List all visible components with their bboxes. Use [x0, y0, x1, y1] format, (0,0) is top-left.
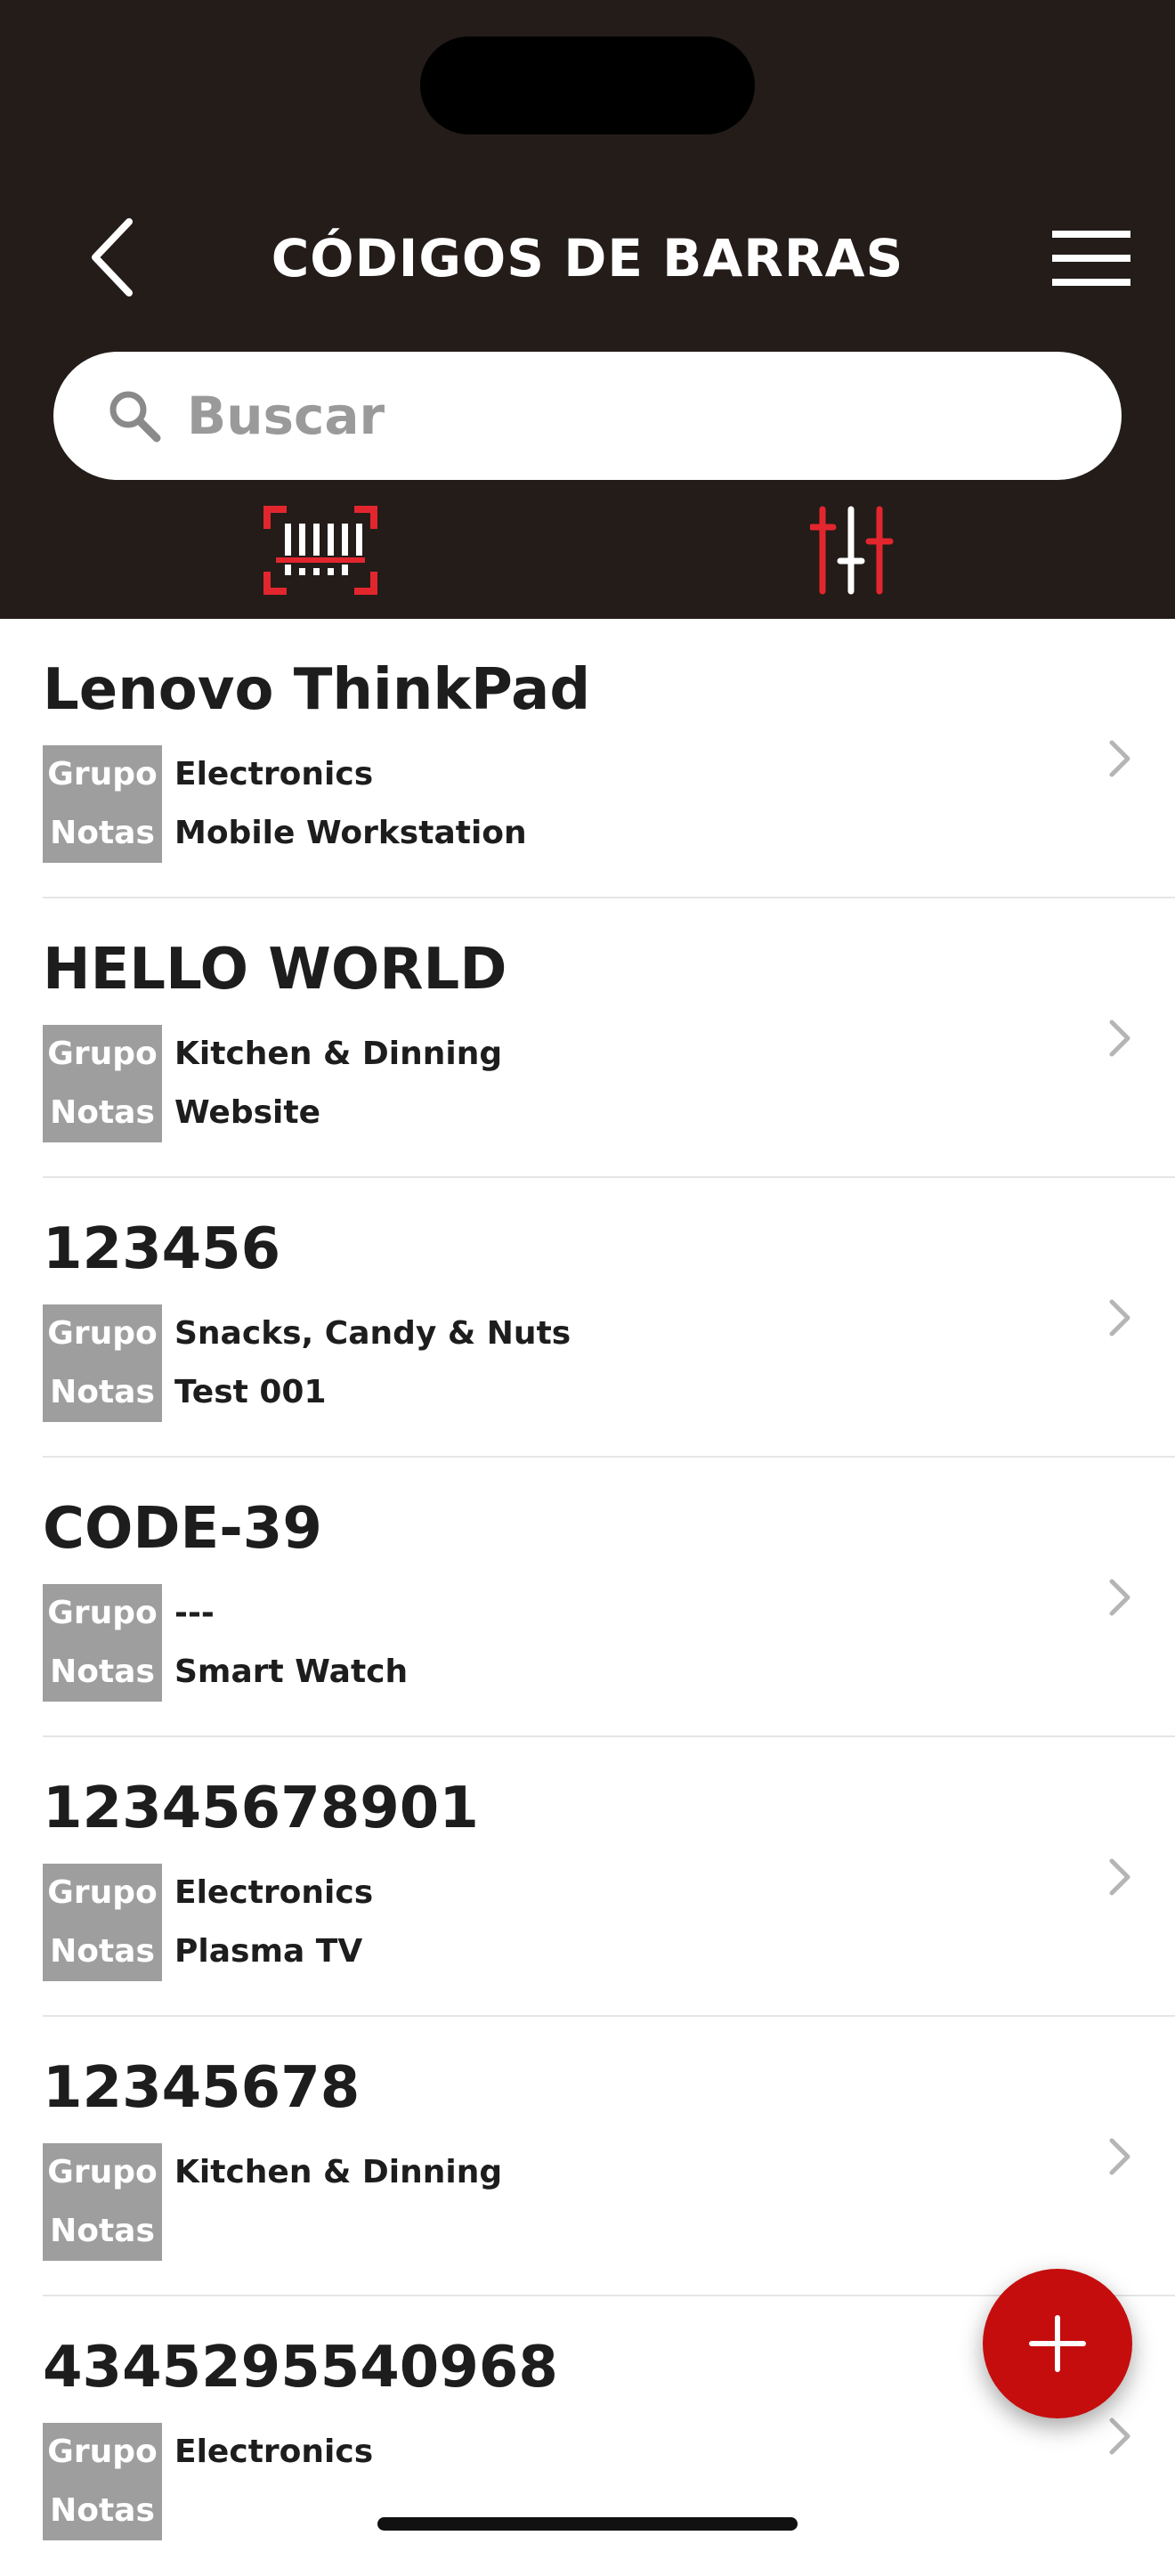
notes-label: Notas: [43, 1363, 162, 1422]
chevron-right-icon: [1093, 1287, 1147, 1349]
notes-label: Notas: [43, 1922, 162, 1981]
notes-value: Mobile Workstation: [174, 815, 527, 851]
item-title: 4345295540968: [43, 2335, 558, 2401]
group-value: ---: [174, 1595, 215, 1631]
home-indicator: [377, 2517, 798, 2531]
back-button[interactable]: [73, 208, 153, 306]
item-title: 12345678901: [43, 1776, 479, 1841]
notes-label: Notas: [43, 804, 162, 863]
group-label: Grupo: [43, 1864, 162, 1922]
list-item[interactable]: CODE-39 Grupo --- Notas Smart Watch: [43, 1458, 1175, 1737]
chevron-left-icon: [92, 218, 133, 297]
group-label: Grupo: [43, 745, 162, 804]
chevron-right-icon: [1093, 727, 1147, 790]
notes-label: Notas: [43, 1084, 162, 1142]
item-title: 123456: [43, 1216, 281, 1282]
group-label: Grupo: [43, 1025, 162, 1084]
chevron-right-icon: [1093, 2125, 1147, 2188]
group-value: Kitchen & Dinning: [174, 2154, 503, 2190]
notes-value: Smart Watch: [174, 1654, 409, 1690]
group-value: Snacks, Candy & Nuts: [174, 1315, 571, 1352]
group-value: Electronics: [174, 756, 374, 792]
chevron-right-icon: [1093, 1846, 1147, 1908]
notes-value: Plasma TV: [174, 1933, 363, 1970]
list-item[interactable]: 12345678 Grupo Kitchen & Dinning Notas: [43, 2017, 1175, 2296]
list-item[interactable]: 123456 Grupo Snacks, Candy & Nuts Notas …: [43, 1178, 1175, 1458]
list-item[interactable]: HELLO WORLD Grupo Kitchen & Dinning Nota…: [43, 898, 1175, 1178]
page-title: CÓDIGOS DE BARRAS: [271, 228, 904, 288]
group-value: Electronics: [174, 2434, 374, 2470]
sliders-filter-icon[interactable]: [810, 506, 894, 595]
menu-button[interactable]: [1047, 223, 1136, 294]
notes-label: Notas: [43, 2202, 162, 2261]
hamburger-menu-icon: [1052, 231, 1130, 286]
item-title: 12345678: [43, 2055, 361, 2121]
notes-value: Test 001: [174, 1374, 327, 1410]
notes-label: Notas: [43, 2482, 162, 2540]
chevron-right-icon: [1093, 1566, 1147, 1629]
notes-label: Notas: [43, 1643, 162, 1702]
barcode-scan-icon[interactable]: [263, 506, 377, 595]
app-header: CÓDIGOS DE BARRAS: [0, 0, 1175, 619]
group-label: Grupo: [43, 2143, 162, 2202]
list-item[interactable]: 12345678901 Grupo Electronics Notas Plas…: [43, 1737, 1175, 2017]
item-title: HELLO WORLD: [43, 937, 507, 1003]
search-input[interactable]: [185, 370, 1079, 461]
group-value: Kitchen & Dinning: [174, 1036, 503, 1072]
chevron-right-icon: [1093, 1007, 1147, 1069]
group-label: Grupo: [43, 1304, 162, 1363]
list-item[interactable]: Lenovo ThinkPad Grupo Electronics Notas …: [43, 619, 1175, 898]
notes-value: Website: [174, 1094, 321, 1131]
dynamic-island: [420, 37, 755, 134]
plus-icon: [1029, 2315, 1086, 2372]
item-title: CODE-39: [43, 1496, 322, 1562]
group-label: Grupo: [43, 1584, 162, 1643]
group-label: Grupo: [43, 2423, 162, 2482]
chevron-right-icon: [1093, 2405, 1147, 2467]
item-title: Lenovo ThinkPad: [43, 657, 591, 723]
add-barcode-button[interactable]: [983, 2269, 1132, 2418]
search-bar[interactable]: [53, 352, 1122, 480]
barcode-list: Lenovo ThinkPad Grupo Electronics Notas …: [0, 619, 1175, 2554]
search-icon: [109, 391, 161, 443]
group-value: Electronics: [174, 1874, 374, 1911]
